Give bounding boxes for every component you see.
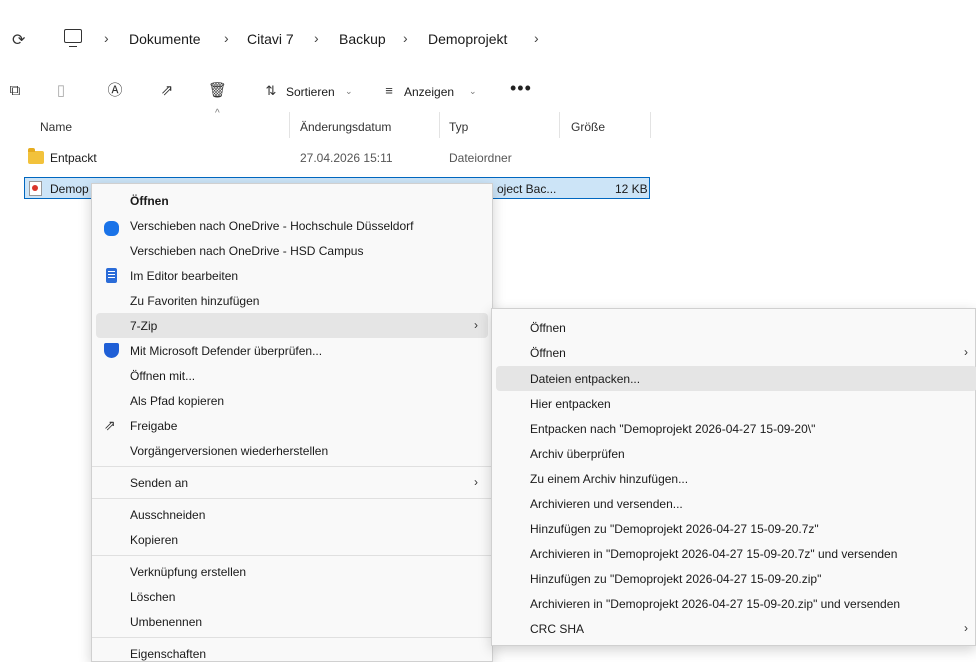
sort-up-icon: ^ xyxy=(215,108,220,119)
citavi-backup-file-icon xyxy=(29,181,42,196)
menu-divider xyxy=(92,466,492,467)
share-icon: ⇗ xyxy=(104,417,116,433)
chevron-right-icon[interactable]: › xyxy=(224,30,229,46)
submenu-item-extract-here[interactable]: Hier entpacken xyxy=(492,391,976,416)
submenu-item-add-7z[interactable]: Hinzufügen zu "Demoprojekt 2026-04-27 15… xyxy=(492,516,976,541)
chevron-right-icon: › xyxy=(474,475,478,489)
file-name: Entpackt xyxy=(50,151,97,165)
submenu-item-extract-files[interactable]: Dateien entpacken... xyxy=(496,366,976,391)
file-type: Dateiordner xyxy=(449,151,512,165)
delete-icon[interactable]: 🗑 xyxy=(208,82,227,100)
menu-item-open-with[interactable]: Öffnen mit... xyxy=(92,363,492,388)
folder-icon xyxy=(28,148,44,164)
refresh-icon[interactable]: ⟳ xyxy=(12,30,25,50)
paste-icon[interactable]: ▯ xyxy=(52,82,70,100)
chevron-right-icon[interactable]: › xyxy=(104,30,109,46)
chevron-right-icon[interactable]: › xyxy=(314,30,319,46)
menu-item-7zip[interactable]: 7-Zip › xyxy=(96,313,488,338)
submenu-item-add-zip[interactable]: Hinzufügen zu "Demoprojekt 2026-04-27 15… xyxy=(492,566,976,591)
submenu-item-archive-zip-email[interactable]: Archivieren in "Demoprojekt 2026-04-27 1… xyxy=(492,591,976,616)
submenu-7zip: Öffnen Öffnen › Dateien entpacken... Hier… xyxy=(491,308,976,646)
breadcrumb-demoprojekt[interactable]: Demoprojekt xyxy=(428,31,507,47)
column-size[interactable]: Größe xyxy=(571,120,605,134)
more-options-icon[interactable]: ••• xyxy=(510,78,532,99)
file-type: oject Bac... xyxy=(497,182,557,196)
menu-divider xyxy=(92,498,492,499)
chevron-right-icon[interactable]: › xyxy=(534,30,539,46)
this-pc-icon[interactable] xyxy=(64,29,82,47)
context-menu: Öffnen Verschieben nach OneDrive - Hochs… xyxy=(91,183,493,662)
submenu-item-open[interactable]: Öffnen xyxy=(492,315,976,340)
breadcrumb-dokumente[interactable]: Dokumente xyxy=(129,31,201,47)
menu-item-open[interactable]: Öffnen xyxy=(92,188,492,213)
defender-shield-icon xyxy=(104,343,119,358)
notepad-icon xyxy=(106,268,117,283)
submenu-item-archive-7z-email[interactable]: Archivieren in "Demoprojekt 2026-04-27 1… xyxy=(492,541,976,566)
menu-item-add-favorites[interactable]: Zu Favoriten hinzufügen xyxy=(92,288,492,313)
submenu-item-open-more[interactable]: Öffnen › xyxy=(492,340,976,365)
chevron-right-icon: › xyxy=(964,345,968,359)
menu-item-cut[interactable]: Ausschneiden xyxy=(92,502,492,527)
address-bar: ⟳ › Dokumente › Citavi 7 › Backup › Demo… xyxy=(0,0,976,74)
command-bar: ⧉ ▯ Ⓐ ⇗ 🗑 ⇅ Sortieren ⌄ ≡ Anzeigen ⌄ ••• xyxy=(0,74,976,110)
submenu-item-extract-to[interactable]: Entpacken nach "Demoprojekt 2026-04-27 1… xyxy=(492,416,976,441)
menu-item-create-shortcut[interactable]: Verknüpfung erstellen xyxy=(92,559,492,584)
submenu-item-archive-email[interactable]: Archivieren und versenden... xyxy=(492,491,976,516)
chevron-right-icon: › xyxy=(964,621,968,635)
menu-divider xyxy=(92,637,492,638)
menu-item-edit-in-editor[interactable]: Im Editor bearbeiten xyxy=(92,263,492,288)
submenu-item-test-archive[interactable]: Archiv überprüfen xyxy=(492,441,976,466)
column-type[interactable]: Typ xyxy=(449,120,468,134)
menu-item-delete[interactable]: Löschen xyxy=(92,584,492,609)
menu-item-copy-as-path[interactable]: Als Pfad kopieren xyxy=(92,388,492,413)
file-name: Demop xyxy=(50,182,89,196)
list-item[interactable]: Entpackt 27.04.2026 15:11 Dateiordner xyxy=(24,147,650,169)
column-name[interactable]: Name xyxy=(40,120,72,134)
chevron-down-icon[interactable]: ⌄ xyxy=(345,86,353,97)
rename-icon[interactable]: Ⓐ xyxy=(106,82,124,100)
file-date: 27.04.2026 15:11 xyxy=(300,151,393,165)
menu-item-rename[interactable]: Umbenennen xyxy=(92,609,492,634)
sort-button[interactable]: Sortieren xyxy=(286,85,335,99)
column-date[interactable]: Änderungsdatum xyxy=(300,120,391,134)
view-button[interactable]: Anzeigen xyxy=(404,85,454,99)
column-divider[interactable] xyxy=(559,112,560,138)
column-divider[interactable] xyxy=(439,112,440,138)
menu-item-restore-versions[interactable]: Vorgängerversionen wiederherstellen xyxy=(92,438,492,463)
column-divider[interactable] xyxy=(650,112,651,138)
sort-icon[interactable]: ⇅ xyxy=(262,82,280,100)
share-icon[interactable]: ⇗ xyxy=(158,82,176,100)
breadcrumb-citavi[interactable]: Citavi 7 xyxy=(247,31,294,47)
menu-item-share[interactable]: ⇗ Freigabe xyxy=(92,413,492,438)
file-size: 12 KB xyxy=(615,182,648,196)
menu-item-properties[interactable]: Eigenschaften xyxy=(92,641,492,662)
onedrive-icon xyxy=(104,221,119,236)
chevron-right-icon: › xyxy=(474,318,478,332)
chevron-down-icon[interactable]: ⌄ xyxy=(469,86,477,97)
view-icon[interactable]: ≡ xyxy=(380,82,398,100)
menu-item-defender-scan[interactable]: Mit Microsoft Defender überprüfen... xyxy=(92,338,492,363)
menu-item-copy[interactable]: Kopieren xyxy=(92,527,492,552)
new-icon[interactable]: ⧉ xyxy=(6,82,24,100)
chevron-right-icon[interactable]: › xyxy=(403,30,408,46)
breadcrumb-backup[interactable]: Backup xyxy=(339,31,386,47)
submenu-item-crc-sha[interactable]: CRC SHA › xyxy=(492,616,976,641)
column-divider[interactable] xyxy=(289,112,290,138)
menu-item-onedrive-campus[interactable]: Verschieben nach OneDrive - HSD Campus xyxy=(92,238,492,263)
menu-item-onedrive-hsd[interactable]: Verschieben nach OneDrive - Hochschule D… xyxy=(92,213,492,238)
submenu-item-add-to-archive[interactable]: Zu einem Archiv hinzufügen... xyxy=(492,466,976,491)
menu-divider xyxy=(92,555,492,556)
menu-item-send-to[interactable]: Senden an › xyxy=(92,470,492,495)
